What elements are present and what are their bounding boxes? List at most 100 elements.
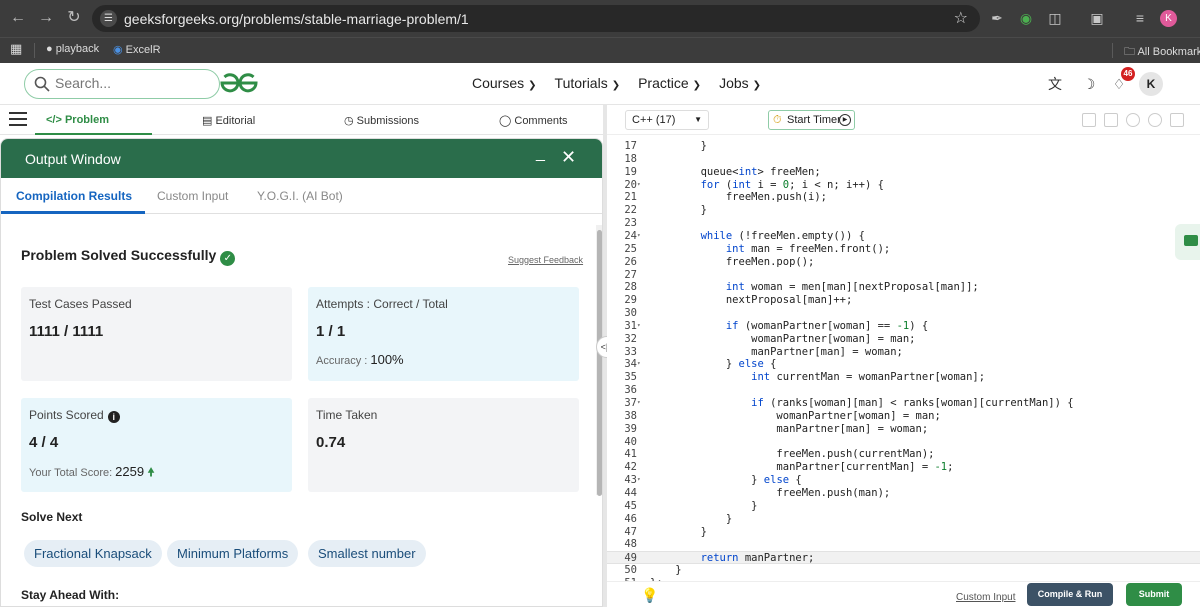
code-line[interactable]: 27 bbox=[607, 269, 1200, 282]
code-line[interactable]: 33 manPartner[man] = woman; bbox=[607, 346, 1200, 359]
code-line[interactable]: 23 bbox=[607, 217, 1200, 230]
code-line[interactable]: 34 ▾ } else { bbox=[607, 358, 1200, 371]
import-icon[interactable] bbox=[1104, 113, 1118, 127]
all-bookmarks[interactable]: 🗀 All Bookmarks bbox=[1124, 43, 1200, 62]
copy-icon[interactable] bbox=[1082, 113, 1096, 127]
start-timer-button[interactable]: ⏱ Start Timer ▶ bbox=[768, 110, 855, 130]
minimize-icon[interactable]: _ bbox=[536, 145, 545, 163]
settings-gear-icon[interactable] bbox=[1126, 113, 1140, 127]
compile-run-button[interactable]: Compile & Run bbox=[1027, 583, 1113, 606]
puzzle-icon[interactable]: ◫ bbox=[1046, 9, 1064, 27]
next-problem-fractional-knapsack[interactable]: Fractional Knapsack bbox=[24, 540, 162, 567]
code-line[interactable]: 47 } bbox=[607, 526, 1200, 539]
submit-button[interactable]: Submit bbox=[1126, 583, 1182, 606]
code-area[interactable]: 17 } 18 19 queue<int> freeMen; 20 ▾ for (int… bbox=[607, 135, 1200, 581]
bookmark-excelr[interactable]: ◉ ExcelR bbox=[113, 43, 161, 56]
code-line[interactable]: 22 } bbox=[607, 204, 1200, 217]
fold-arrow-icon[interactable]: ▾ bbox=[637, 179, 645, 192]
code-text: int woman = men[man][nextProposal[man]]; bbox=[725, 281, 979, 294]
reset-icon[interactable] bbox=[1148, 113, 1162, 127]
code-line[interactable]: 43 ▾ } else { bbox=[607, 474, 1200, 487]
code-line[interactable]: 20 ▾ for (int i = 0; i < n; i++) { bbox=[607, 179, 1200, 192]
site-search[interactable] bbox=[24, 69, 220, 99]
left-scrollbar-thumb[interactable] bbox=[597, 230, 602, 496]
address-url[interactable]: geeksforgeeks.org/problems/stable-marria… bbox=[124, 11, 469, 27]
code-line[interactable]: 41 freeMen.push(currentMan); bbox=[607, 448, 1200, 461]
code-line[interactable]: 40 bbox=[607, 436, 1200, 449]
code-line[interactable]: 26 freeMen.pop(); bbox=[607, 256, 1200, 269]
code-text: manPartner[man] = woman; bbox=[650, 422, 929, 435]
fold-arrow-icon[interactable]: ▾ bbox=[637, 474, 645, 487]
custom-input-link[interactable]: Custom Input bbox=[956, 592, 1015, 603]
site-info-icon[interactable]: ☰ bbox=[100, 10, 117, 27]
next-problem-minimum-platforms[interactable]: Minimum Platforms bbox=[167, 540, 299, 567]
lightbulb-icon[interactable]: 💡 bbox=[641, 587, 658, 604]
code-line[interactable]: 31 ▾ if (womanPartner[woman] == -1) { bbox=[607, 320, 1200, 333]
code-line[interactable]: 46 } bbox=[607, 513, 1200, 526]
code-line[interactable]: 49 return manPartner; bbox=[607, 551, 1200, 564]
code-line[interactable]: 30 bbox=[607, 307, 1200, 320]
address-bar[interactable]: ☰ geeksforgeeks.org/problems/stable-marr… bbox=[92, 5, 980, 32]
tab-comments[interactable]: ◯ Comments bbox=[499, 114, 568, 127]
code-line[interactable]: 50 } bbox=[607, 564, 1200, 577]
reload-icon[interactable]: ↻ bbox=[64, 8, 84, 28]
close-icon[interactable]: ✕ bbox=[561, 148, 576, 166]
extension-icon[interactable]: ◉ bbox=[1017, 9, 1035, 27]
tab-custom-input[interactable]: Custom Input bbox=[157, 189, 228, 203]
fold-arrow-icon[interactable]: ▾ bbox=[637, 397, 645, 410]
browser-profile-avatar[interactable]: K bbox=[1160, 10, 1177, 27]
code-line[interactable]: 45 } bbox=[607, 500, 1200, 513]
tab-problem[interactable]: </> Problem bbox=[46, 114, 109, 126]
nav-jobs[interactable]: Jobs ❯ bbox=[719, 75, 761, 91]
code-line[interactable]: 32 womanPartner[woman] = man; bbox=[607, 333, 1200, 346]
dark-mode-moon-icon[interactable]: ☽ bbox=[1080, 75, 1098, 93]
info-icon[interactable]: i bbox=[107, 411, 120, 423]
fold-arrow-icon[interactable]: ▾ bbox=[637, 358, 645, 371]
next-problem-smallest-number[interactable]: Smallest number bbox=[308, 540, 426, 567]
line-number: 30 bbox=[624, 307, 637, 320]
code-line[interactable]: 24 ▾ while (!freeMen.empty()) { bbox=[607, 230, 1200, 243]
output-window-title: Output Window bbox=[25, 151, 121, 167]
nav-courses[interactable]: Courses ❯ bbox=[472, 75, 537, 91]
code-line[interactable]: 42 manPartner[currentMan] = -1; bbox=[607, 461, 1200, 474]
tab-compilation-results[interactable]: Compilation Results bbox=[16, 189, 132, 203]
code-line[interactable]: 48 bbox=[607, 538, 1200, 551]
code-line[interactable]: 18 bbox=[607, 153, 1200, 166]
code-line[interactable]: 17 } bbox=[607, 140, 1200, 153]
nav-practice[interactable]: Practice ❯ bbox=[638, 75, 701, 91]
gfg-logo-icon[interactable] bbox=[219, 72, 259, 94]
code-line[interactable]: 36 bbox=[607, 384, 1200, 397]
window-search-icon[interactable]: ▣ bbox=[1088, 9, 1106, 27]
nav-tutorials[interactable]: Tutorials ❯ bbox=[555, 75, 621, 91]
code-line[interactable]: 29 nextProposal[man]++; bbox=[607, 294, 1200, 307]
tab-submissions[interactable]: ◷ Submissions bbox=[344, 114, 419, 127]
eyedropper-icon[interactable]: ✒ bbox=[988, 9, 1006, 27]
fold-arrow-icon[interactable]: ▾ bbox=[637, 320, 645, 333]
tab-yogi-ai-bot[interactable]: Y.O.G.I. (AI Bot) bbox=[257, 189, 343, 203]
floating-chat-icon[interactable] bbox=[1175, 224, 1200, 260]
code-line[interactable]: 35 int currentMan = womanPartner[woman]; bbox=[607, 371, 1200, 384]
apps-grid-icon[interactable]: ▦ bbox=[10, 41, 22, 57]
code-line[interactable]: 21 freeMen.push(i); bbox=[607, 191, 1200, 204]
search-input[interactable] bbox=[55, 75, 205, 91]
bookmark-star-icon[interactable]: ☆ bbox=[954, 8, 968, 28]
code-line[interactable]: 25 int man = freeMen.front(); bbox=[607, 243, 1200, 256]
menu-hamburger-icon[interactable] bbox=[9, 112, 27, 126]
tab-editorial[interactable]: ▤ Editorial bbox=[202, 114, 255, 127]
code-line[interactable]: 37 ▾ if (ranks[woman][man] < ranks[woman]… bbox=[607, 397, 1200, 410]
language-select[interactable]: C++ (17) ▼ bbox=[625, 110, 709, 130]
suggest-feedback-link[interactable]: Suggest Feedback bbox=[508, 255, 583, 265]
back-icon[interactable]: ← bbox=[8, 8, 28, 28]
code-line[interactable]: 28 int woman = men[man][nextProposal[man… bbox=[607, 281, 1200, 294]
code-line[interactable]: 38 womanPartner[woman] = man; bbox=[607, 410, 1200, 423]
fullscreen-icon[interactable] bbox=[1170, 113, 1184, 127]
code-line[interactable]: 44 freeMen.push(man); bbox=[607, 487, 1200, 500]
user-avatar[interactable]: K bbox=[1139, 72, 1163, 96]
code-line[interactable]: 19 queue<int> freeMen; bbox=[607, 166, 1200, 179]
translate-icon[interactable]: 文 bbox=[1046, 75, 1064, 93]
fold-arrow-icon[interactable]: ▾ bbox=[637, 230, 645, 243]
reading-list-icon[interactable]: ≡ bbox=[1131, 9, 1149, 27]
bookmark-playback[interactable]: ● playback bbox=[46, 43, 99, 55]
forward-icon[interactable]: → bbox=[36, 8, 56, 28]
code-line[interactable]: 39 manPartner[man] = woman; bbox=[607, 423, 1200, 436]
